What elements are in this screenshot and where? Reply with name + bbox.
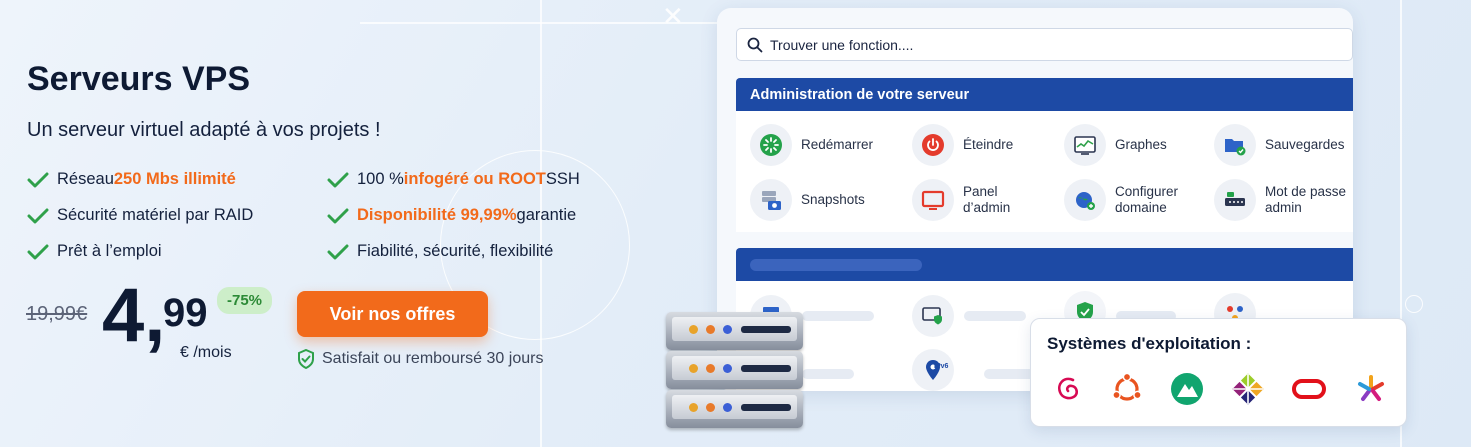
function-label: Configurer domaine <box>1115 183 1179 215</box>
status-led <box>689 325 698 334</box>
price-integer: 4, <box>102 273 166 358</box>
guarantee-text: Satisfait ou remboursé 30 jours <box>322 350 544 367</box>
server-unit <box>666 312 803 350</box>
check-icon <box>327 208 349 223</box>
background-cross-icon: ✕ <box>662 2 684 32</box>
restart-icon <box>750 124 792 166</box>
status-led <box>706 403 715 412</box>
feature-item: Réseau 250 Mbs illimité <box>27 170 236 189</box>
domain-globe-icon <box>1064 179 1106 221</box>
feature-text: garantie <box>516 206 577 224</box>
search-icon <box>747 37 763 52</box>
feature-text: Réseau <box>57 170 114 188</box>
almalinux-icon[interactable] <box>1169 371 1205 407</box>
status-led <box>723 364 732 373</box>
function-label: Mot de passe admin <box>1265 183 1347 215</box>
feature-text: 100 % <box>357 170 404 188</box>
status-led <box>723 403 732 412</box>
server-unit <box>666 390 803 428</box>
admin-panel-icon <box>912 179 954 221</box>
function-graphs[interactable]: Graphes <box>1064 124 1167 166</box>
function-label: Panel d’admin <box>963 183 1011 215</box>
check-icon <box>327 244 349 259</box>
feature-item: Sécurité matériel par RAID <box>27 206 253 225</box>
debian-icon[interactable] <box>1051 371 1087 407</box>
drive-slot <box>741 326 791 333</box>
old-price: 19,99€ <box>26 303 88 325</box>
search-input[interactable] <box>770 36 1330 53</box>
power-icon <box>912 124 954 166</box>
status-led <box>706 325 715 334</box>
function-admin-password[interactable]: Mot de passe admin <box>1214 179 1353 221</box>
check-icon <box>27 244 49 259</box>
placeholder-bar <box>802 311 874 321</box>
password-lock-icon <box>1214 179 1256 221</box>
status-led <box>689 403 698 412</box>
ubuntu-icon[interactable] <box>1109 371 1145 407</box>
feature-item: Fiabilité, sécurité, flexibilité <box>327 242 553 261</box>
function-label: Redémarrer <box>801 136 874 152</box>
placeholder-item: IPv6 <box>912 349 963 391</box>
function-label: Snapshots <box>801 191 865 207</box>
shield-check-icon <box>298 349 314 369</box>
price-decimal: 99 <box>163 291 208 335</box>
function-grid: Redémarrer Éteindre Graphes Sauvegardes … <box>736 111 1353 232</box>
price-unit: € /mois <box>180 344 232 361</box>
ipv6-label: IPv6 <box>934 363 949 370</box>
function-configure-domain[interactable]: Configurer domaine <box>1064 179 1191 221</box>
guarantee: Satisfait ou remboursé 30 jours <box>297 349 543 369</box>
cloudlinux-icon[interactable] <box>1353 371 1389 407</box>
feature-highlight: infogéré ou ROOT <box>403 170 546 188</box>
feature-text: Sécurité matériel par RAID <box>57 206 254 224</box>
search-box[interactable] <box>736 28 1353 61</box>
server-unit <box>666 351 803 389</box>
section-header: Administration de votre serveur <box>736 78 1353 111</box>
function-label: Sauvegardes <box>1265 136 1345 152</box>
section-header-placeholder <box>736 248 1353 281</box>
discount-badge: -75% <box>217 287 273 314</box>
shield-display-icon <box>912 295 954 337</box>
check-icon <box>27 172 49 187</box>
feature-item: 100 % infogéré ou ROOT SSH <box>327 170 580 189</box>
function-label: Éteindre <box>963 136 1014 152</box>
feature-highlight: Disponibilité 99,99% <box>357 206 517 224</box>
placeholder-bar <box>802 369 854 379</box>
drive-slot <box>741 404 791 411</box>
background-circle <box>1405 295 1423 313</box>
oracle-icon[interactable] <box>1291 371 1327 407</box>
view-offers-button[interactable]: Voir nos offres <box>297 291 488 337</box>
header-placeholder-bar <box>750 258 922 271</box>
feature-highlight: 250 Mbs illimité <box>113 170 236 188</box>
check-icon <box>327 172 349 187</box>
placeholder-bar <box>964 311 1026 321</box>
feature-text: SSH <box>545 170 580 188</box>
feature-text: Fiabilité, sécurité, flexibilité <box>357 242 554 260</box>
os-box: Systèmes d'exploitation : <box>1030 318 1407 427</box>
status-led <box>723 325 732 334</box>
function-label: Graphes <box>1115 136 1167 152</box>
feature-item: Prêt à l’emploi <box>27 242 162 261</box>
function-restart[interactable]: Redémarrer <box>750 124 873 166</box>
feature-text: Prêt à l’emploi <box>57 242 162 260</box>
drive-slot <box>741 365 791 372</box>
page-title: Serveurs VPS <box>27 60 251 98</box>
function-snapshots[interactable]: Snapshots <box>750 179 865 221</box>
snapshot-camera-icon <box>750 179 792 221</box>
os-title: Systèmes d'exploitation : <box>1047 334 1252 353</box>
function-admin-panel[interactable]: Panel d’admin <box>912 179 1027 221</box>
function-backups[interactable]: Sauvegardes <box>1214 124 1345 166</box>
feature-item: Disponibilité 99,99% garantie <box>327 206 576 225</box>
function-shutdown[interactable]: Éteindre <box>912 124 1013 166</box>
status-led <box>706 364 715 373</box>
backup-folder-icon <box>1214 124 1256 166</box>
graph-icon <box>1064 124 1106 166</box>
status-led <box>689 364 698 373</box>
centos-icon[interactable] <box>1230 371 1266 407</box>
placeholder-item <box>912 295 963 337</box>
subtitle: Un serveur virtuel adapté à vos projets … <box>27 119 381 141</box>
check-icon <box>27 208 49 223</box>
